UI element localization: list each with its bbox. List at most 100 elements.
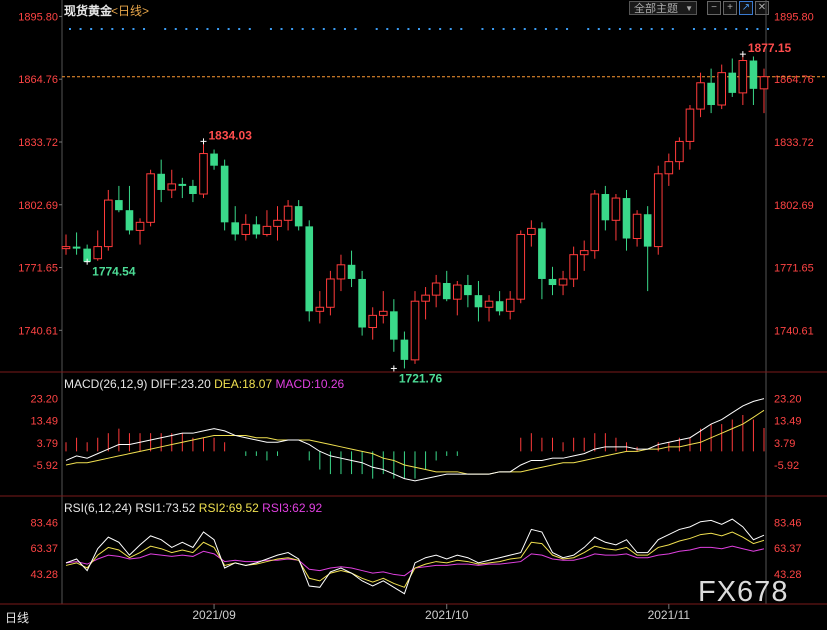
candle-body	[527, 227, 536, 235]
event-dot	[333, 28, 336, 30]
y-tick-label-left: 1864.76	[18, 74, 58, 86]
candle-body	[146, 173, 155, 223]
candle-body	[93, 246, 103, 260]
event-dot	[534, 28, 537, 30]
candle-body	[210, 153, 218, 166]
y-tick-label-right: 1740.61	[774, 325, 814, 337]
event-dot	[291, 28, 294, 30]
candle-body	[125, 210, 134, 231]
macd-title: MACD(26,12,9)	[64, 377, 148, 391]
candle-body	[410, 300, 420, 361]
candle-body	[72, 246, 81, 249]
event-dot	[597, 28, 600, 30]
candle-body	[653, 173, 663, 248]
candle-body	[189, 185, 197, 195]
candle-body	[241, 223, 251, 235]
event-dot	[90, 28, 93, 30]
event-dot	[767, 28, 769, 30]
event-dot	[69, 28, 71, 30]
macd-legend: MACD(26,12,9) DIFF:23.20 DEA:18.07 MACD:…	[64, 377, 344, 391]
candle-body	[294, 206, 303, 227]
y-tick-label-right: 1802.69	[774, 200, 814, 212]
candle-body	[231, 222, 240, 235]
event-dot	[195, 28, 198, 30]
event-dot	[449, 28, 452, 30]
price-annotation-low: 1774.54	[92, 265, 136, 279]
event-dot	[756, 28, 759, 30]
event-dot	[100, 28, 103, 30]
event-dot	[661, 28, 664, 30]
candle-body	[464, 285, 472, 296]
rsi-y-tick-right: 83.46	[774, 517, 802, 529]
event-dot	[513, 28, 516, 30]
event-dot	[618, 28, 621, 30]
candle-body	[390, 311, 398, 340]
macd-y-tick-left: 23.20	[30, 394, 58, 406]
macd-y-tick-right: 23.20	[774, 394, 802, 406]
event-dot	[227, 28, 230, 30]
candle-body	[315, 306, 325, 312]
event-dot	[640, 28, 643, 30]
candle-body	[505, 298, 515, 312]
y-tick-label-left: 1802.69	[18, 200, 58, 212]
macd-dea-legend: DEA:18.07	[214, 377, 273, 391]
macd-y-tick-left: 3.79	[37, 438, 58, 450]
rsi2-line	[65, 531, 765, 588]
event-dot	[301, 28, 304, 30]
candle-body	[378, 310, 388, 316]
candle-body	[305, 226, 314, 312]
event-dot	[185, 28, 188, 30]
event-dot	[248, 28, 251, 30]
event-dot	[312, 28, 315, 30]
candle-body	[548, 278, 557, 286]
event-dot	[629, 28, 632, 30]
macd-y-tick-right: 3.79	[774, 438, 795, 450]
event-dot	[481, 28, 484, 30]
event-dot	[375, 28, 378, 30]
macd-y-tick-right: 13.49	[774, 416, 802, 428]
y-tick-label-right: 1864.76	[774, 74, 814, 86]
candle-body	[252, 224, 261, 235]
candle-body	[717, 72, 727, 106]
candle-body	[707, 82, 715, 106]
price-annotation-low: 1721.76	[399, 371, 443, 385]
y-tick-label-left: 1895.80	[18, 11, 58, 23]
rsi3-legend: RSI3:62.92	[262, 501, 323, 515]
candle-body	[738, 60, 748, 94]
x-axis-label: 2021/09	[192, 608, 236, 622]
candle-body	[400, 339, 409, 360]
y-tick-label-right: 1833.72	[774, 137, 814, 149]
event-dot	[354, 28, 357, 30]
candle-body	[749, 60, 758, 89]
candle-body	[103, 199, 113, 248]
candle-body	[590, 193, 600, 252]
candle-body	[347, 264, 356, 279]
tab-daily[interactable]: 日线	[5, 609, 29, 626]
candle-body	[178, 183, 187, 186]
watermark-logo: FX678	[698, 576, 789, 608]
rsi-y-tick-right: 63.37	[774, 543, 802, 555]
event-dot	[143, 28, 146, 30]
rsi-title: RSI(6,12,24)	[64, 501, 133, 515]
rsi-y-tick-left: 43.28	[30, 569, 58, 581]
candle-body	[442, 283, 451, 300]
event-dot	[745, 28, 748, 30]
candle-body	[685, 108, 695, 142]
candle-body	[220, 165, 229, 223]
candle-body	[474, 295, 483, 308]
candle-body	[358, 278, 366, 328]
candle-body	[516, 233, 526, 300]
candle-body	[484, 300, 494, 308]
event-dot	[555, 28, 558, 30]
macd-diff-legend: DIFF:23.20	[150, 377, 211, 391]
event-dot	[217, 28, 220, 30]
y-tick-label-left: 1833.72	[18, 137, 58, 149]
macd-y-tick-left: -5.92	[33, 460, 58, 472]
rsi-legend: RSI(6,12,24) RSI1:73.52 RSI2:69.52 RSI3:…	[64, 501, 322, 515]
candle-body	[611, 197, 621, 221]
candle-body	[283, 205, 293, 221]
candle-body	[262, 225, 272, 235]
y-tick-label-left: 1771.65	[18, 263, 58, 275]
candle-body	[643, 214, 652, 247]
chart-canvas: 1895.80 1895.80 1864.76 1864.76 1833.72 1833.…	[0, 0, 827, 622]
